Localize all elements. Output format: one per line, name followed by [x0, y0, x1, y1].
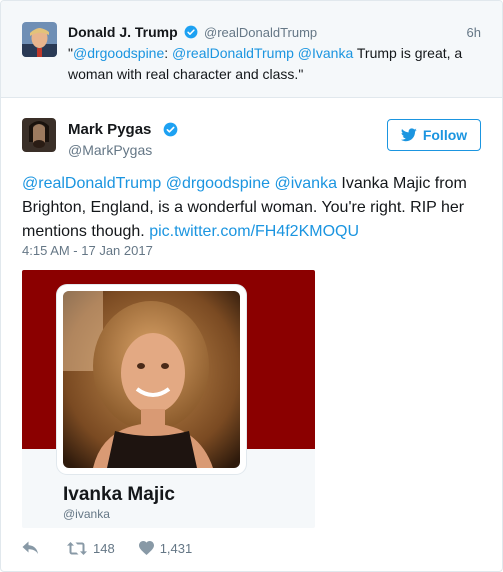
tweet-actions: 148 1,431 — [22, 538, 192, 558]
quoted-author-handle[interactable]: @realDonaldTrump — [204, 25, 317, 40]
quoted-text-sep: : — [164, 45, 173, 61]
author-avatar[interactable] — [22, 118, 56, 152]
retweet-count: 148 — [93, 540, 115, 556]
tweet-embed: Donald J. Trump @realDonaldTrump 6h "@dr… — [0, 0, 503, 572]
retweet-icon — [67, 541, 87, 555]
like-button[interactable]: 1,431 — [138, 540, 193, 556]
quoted-author-name[interactable]: Donald J. Trump — [68, 24, 178, 40]
pic-link[interactable]: pic.twitter.com/FH4f2KMOQU — [149, 223, 359, 240]
profile-handle: @ivanka — [63, 507, 110, 521]
mention-link[interactable]: @Ivanka — [298, 45, 353, 61]
verified-badge-icon — [163, 122, 178, 137]
heart-icon — [138, 541, 154, 555]
reply-icon — [22, 541, 38, 554]
like-count: 1,431 — [159, 540, 193, 556]
mention-link[interactable]: @ivanka — [274, 175, 337, 192]
reply-button[interactable] — [22, 541, 39, 555]
profile-photo-frame — [57, 285, 246, 474]
profile-photo — [63, 291, 240, 468]
mention-link[interactable]: @drgoodspine — [73, 45, 164, 61]
twitter-bird-icon — [400, 128, 417, 142]
author-name[interactable]: Mark Pygas — [68, 121, 151, 138]
tweet-timestamp[interactable]: 4:15 AM - 17 Jan 2017 — [22, 243, 153, 258]
mention-link[interactable]: @realDonaldTrump — [172, 45, 294, 61]
mention-link[interactable]: @realDonaldTrump — [22, 175, 161, 192]
embedded-image[interactable]: Ivanka Majic @ivanka — [22, 270, 315, 528]
quoted-avatar[interactable] — [22, 22, 57, 57]
quoted-tweet[interactable]: Donald J. Trump @realDonaldTrump 6h "@dr… — [1, 1, 502, 98]
quoted-text: "@drgoodspine: @realDonaldTrump @Ivanka … — [68, 43, 488, 85]
retweet-button[interactable]: 148 — [67, 541, 115, 556]
verified-badge-icon — [184, 25, 198, 39]
author-handle[interactable]: @MarkPygas — [68, 142, 152, 158]
follow-label: Follow — [422, 127, 468, 143]
mention-link[interactable]: @drgoodspine — [166, 175, 270, 192]
follow-button[interactable]: Follow — [387, 119, 481, 151]
tweet-text: @realDonaldTrump @drgoodspine @ivanka Iv… — [22, 172, 482, 244]
profile-name: Ivanka Majic — [63, 484, 175, 505]
quoted-timestamp[interactable]: 6h — [467, 25, 481, 40]
